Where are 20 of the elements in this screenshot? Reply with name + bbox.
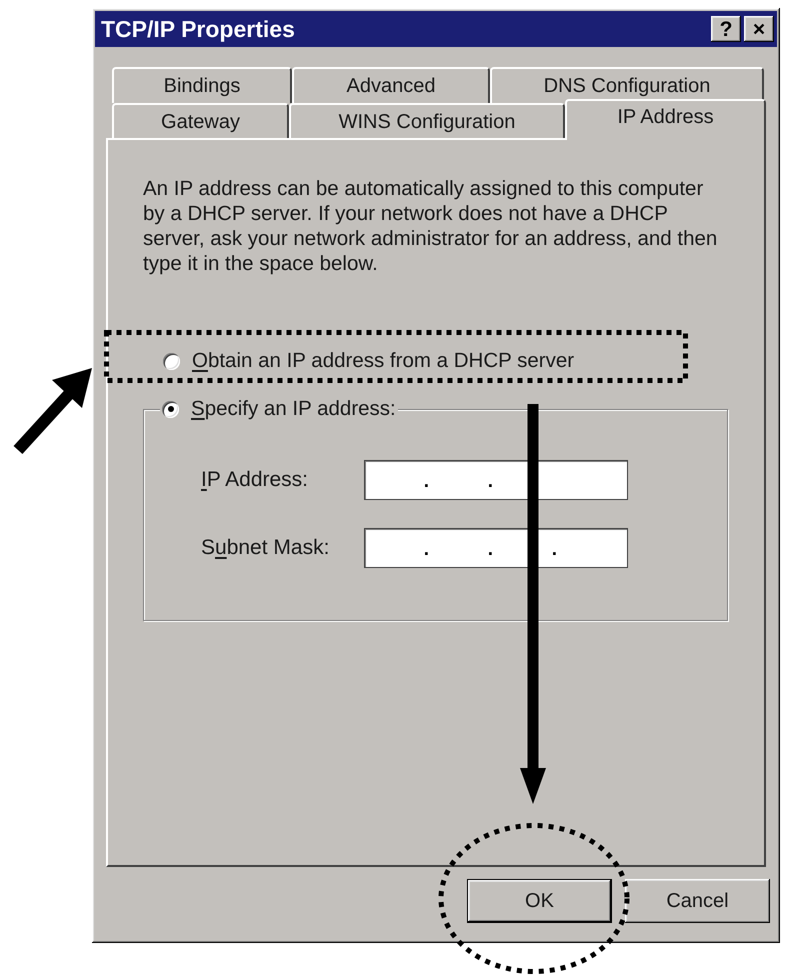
tab[interactable]: Gateway (112, 103, 289, 138)
tab[interactable]: WINS Configuration (289, 103, 565, 138)
tab[interactable]: Bindings (112, 67, 292, 103)
tab[interactable]: Advanced (292, 67, 490, 103)
radio-label: Specify an IP address: (191, 396, 396, 422)
title-bar-button[interactable]: × (744, 16, 774, 42)
radio-label: Obtain an IP address from a DHCP server (192, 348, 574, 374)
window-title: TCP/IP Properties (101, 14, 295, 44)
tab[interactable]: IP Address (565, 99, 766, 140)
field-label: Subnet Mask: (200, 535, 330, 562)
radio-button[interactable] (162, 400, 179, 418)
radio-button[interactable] (163, 352, 180, 370)
address-input-field[interactable]: . . . (364, 528, 628, 568)
field-label: IP Address: (200, 467, 310, 494)
address-input-field[interactable]: . . (364, 460, 628, 500)
title-bar-button[interactable]: ? (711, 16, 741, 42)
tab[interactable]: DNS Configuration (490, 67, 764, 103)
description-text: An IP address can be automatically assigned to this computer by a DHCP server. If your network does not have a DHCP server, ask your network administrator for an address, and then type it in the space below. (143, 176, 718, 276)
dialog-button[interactable]: OK (467, 879, 612, 923)
dialog-button[interactable]: Cancel (625, 879, 770, 923)
